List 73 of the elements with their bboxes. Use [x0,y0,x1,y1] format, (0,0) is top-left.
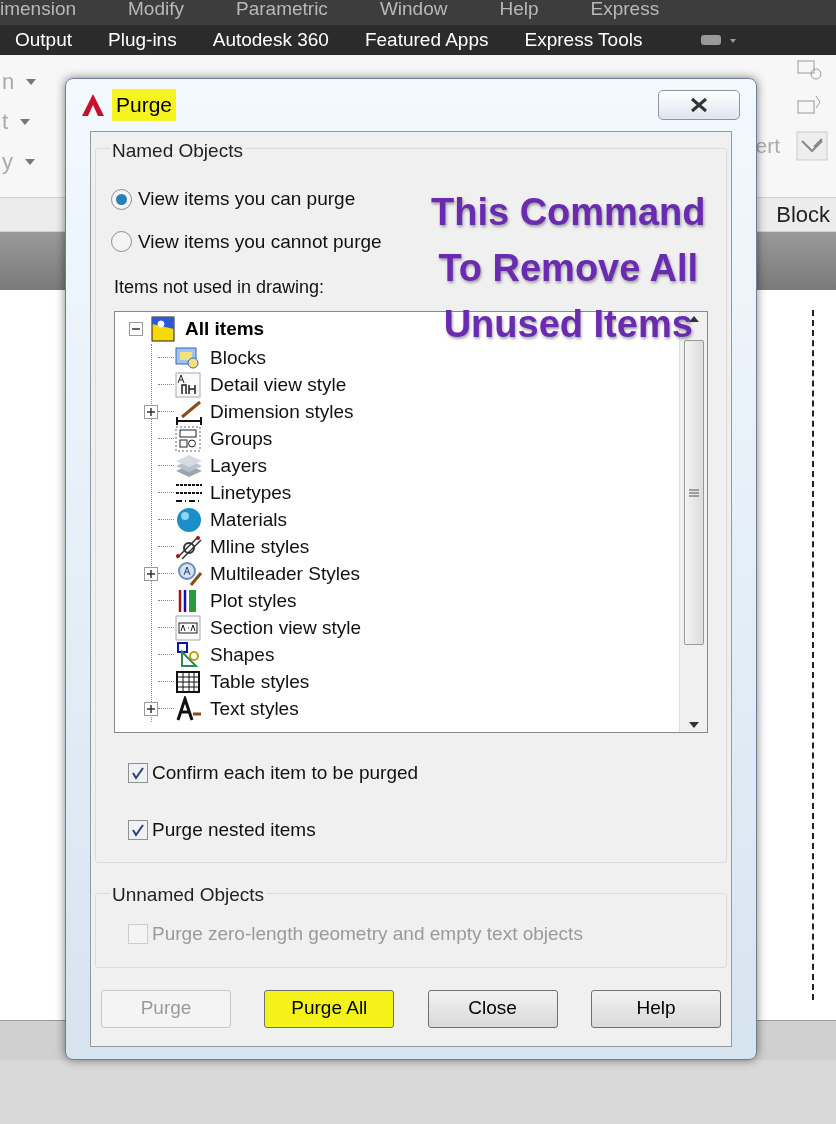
sphere-icon [174,506,204,533]
app-logo-icon [80,92,106,118]
checkbox-label: Confirm each item to be purged [152,761,419,785]
layers-icon [174,452,204,479]
tree-item[interactable]: Layers [210,456,268,475]
annotation-line: To Remove All [438,246,699,291]
tree-item[interactable]: Text styles [210,699,299,718]
dialog-button[interactable]: Help [591,989,721,1028]
radio-label: View items you can purge [138,187,356,211]
checkbox-label: Purge nested items [152,817,316,842]
menu-item[interactable]: imension [0,0,77,18]
group-icon [174,425,204,452]
checkbox-label: Purge zero-length geometry and empty text objects [152,922,583,946]
menu-item[interactable]: Help [499,0,539,18]
ribbon-tab[interactable]: Plug-ins [108,25,177,55]
annotation-line: This Command [431,190,706,235]
plus-icon [147,407,155,416]
dimension-icon [174,398,204,425]
caret-icon [20,119,31,125]
tree-item[interactable]: Shapes [210,645,275,664]
annotation-line: Unused Items [443,302,693,347]
ribbon-tab[interactable]: Autodesk 360 [212,25,329,55]
detail-view-icon [174,371,204,398]
list-label: Items not used in drawing: [114,276,326,299]
tree-item[interactable]: Mline styles [210,537,310,556]
plus-icon [147,704,155,713]
checkbox[interactable] [128,819,148,840]
section-view-icon [174,614,204,641]
panel-title: Block [776,201,830,229]
tree-item[interactable]: Section view style [210,618,361,637]
minus-icon [132,325,140,333]
tree-item[interactable]: Dimension styles [210,402,354,421]
mline-icon [174,533,204,560]
close-icon [689,97,709,113]
checkbox[interactable] [128,763,148,784]
tree-item[interactable]: Plot styles [210,591,297,610]
caret-icon [26,79,37,85]
collapse-toggle[interactable] [129,322,143,336]
ribbon-tab[interactable]: Express Tools [524,25,643,55]
text-style-icon [174,695,204,722]
scroll-down-icon[interactable] [688,722,699,728]
expand-toggle[interactable] [144,701,158,716]
menu-item[interactable]: Modify [128,0,184,18]
radio-label: View items you cannot purge [138,229,382,254]
dialog-button[interactable]: Close [427,989,558,1028]
tree-item[interactable]: Linetypes [210,483,292,502]
expand-toggle[interactable] [144,566,158,581]
tree-item[interactable]: Detail view style [210,375,347,394]
tree-item[interactable]: Groups [210,429,273,448]
tree-item[interactable]: Blocks [210,348,266,367]
ribbon-label: ert [755,132,780,159]
tree-item[interactable]: Multileader Styles [210,564,360,583]
attribute-tool-icon[interactable] [796,131,828,161]
plus-icon [147,569,155,578]
radio-button[interactable] [111,231,132,253]
dialog-button[interactable]: Purge All [264,989,395,1028]
ribbon-tab[interactable]: Featured Apps [364,25,489,55]
tree-item[interactable]: All items [185,314,265,344]
expand-toggle[interactable] [144,404,158,419]
menu-item[interactable]: Parametric [236,0,328,18]
caret-icon [25,159,35,165]
grip-icon [688,488,699,497]
tree-item[interactable]: Table styles [210,672,310,691]
checkmark-icon [131,766,145,781]
ribbon-tab[interactable]: Output [15,25,73,55]
scrollbar-thumb[interactable] [683,340,704,645]
radio-button[interactable] [111,188,132,210]
close-button[interactable] [658,90,740,120]
window-title: Purge [112,89,177,121]
menu-item[interactable]: Express [590,0,660,18]
tree-item[interactable]: Materials [210,510,288,529]
checkmark-icon [131,822,145,837]
menu-item[interactable]: Window [379,0,448,18]
